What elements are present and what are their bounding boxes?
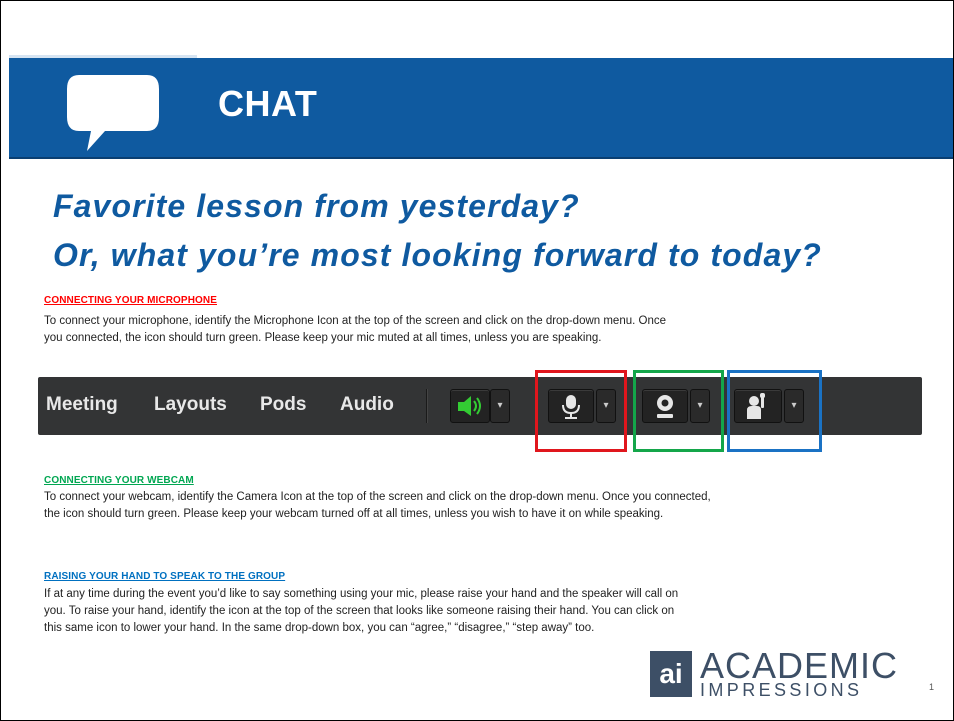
logo-line-2: IMPRESSIONS <box>700 680 863 700</box>
webcam-highlight-box <box>633 370 724 452</box>
chat-bubble-icon <box>67 75 159 151</box>
logo-mark: ai <box>650 651 692 697</box>
speaker-button[interactable] <box>450 389 490 423</box>
webcam-text-2: the icon should turn green. Please keep … <box>44 508 664 520</box>
academic-impressions-logo: ai ACADEMIC IMPRESSIONS <box>650 645 920 700</box>
microphone-text-2: you connected, the icon should turn gree… <box>44 332 602 344</box>
menu-layouts[interactable]: Layouts <box>154 394 227 416</box>
menu-pods[interactable]: Pods <box>260 394 306 416</box>
microphone-highlight-box <box>535 370 627 452</box>
microphone-text-1: To connect your microphone, identify the… <box>44 315 666 327</box>
menu-audio[interactable]: Audio <box>340 394 394 416</box>
question-line-2: Or, what you’re most looking forward to … <box>53 237 822 273</box>
raise-hand-text-1: If at any time during the event you’d li… <box>44 588 679 600</box>
microphone-heading: CONNECTING YOUR MICROPHONE <box>44 295 217 306</box>
slide: CHAT Favorite lesson from yesterday? Or,… <box>0 0 954 721</box>
page-number: 1 <box>929 682 935 692</box>
raise-hand-text-3: this same icon to lower your hand. In th… <box>44 622 595 634</box>
header-band-shadow <box>9 157 953 159</box>
webcam-text-1: To connect your webcam, identify the Cam… <box>44 491 711 503</box>
slide-title: CHAT <box>218 83 318 124</box>
speaker-icon <box>458 396 481 416</box>
raise-hand-heading: RAISING YOUR HAND TO SPEAK TO THE GROUP <box>44 571 286 582</box>
raise-hand-highlight-box <box>727 370 822 452</box>
webcam-heading: CONNECTING YOUR WEBCAM <box>44 475 194 486</box>
raise-hand-text-2: you. To raise your hand, identify the ic… <box>44 605 675 617</box>
question-line-1: Favorite lesson from yesterday? <box>53 188 580 224</box>
menu-meeting[interactable]: Meeting <box>46 394 118 416</box>
speaker-dropdown[interactable]: ▾ <box>490 389 510 423</box>
toolbar-separator <box>426 389 428 423</box>
